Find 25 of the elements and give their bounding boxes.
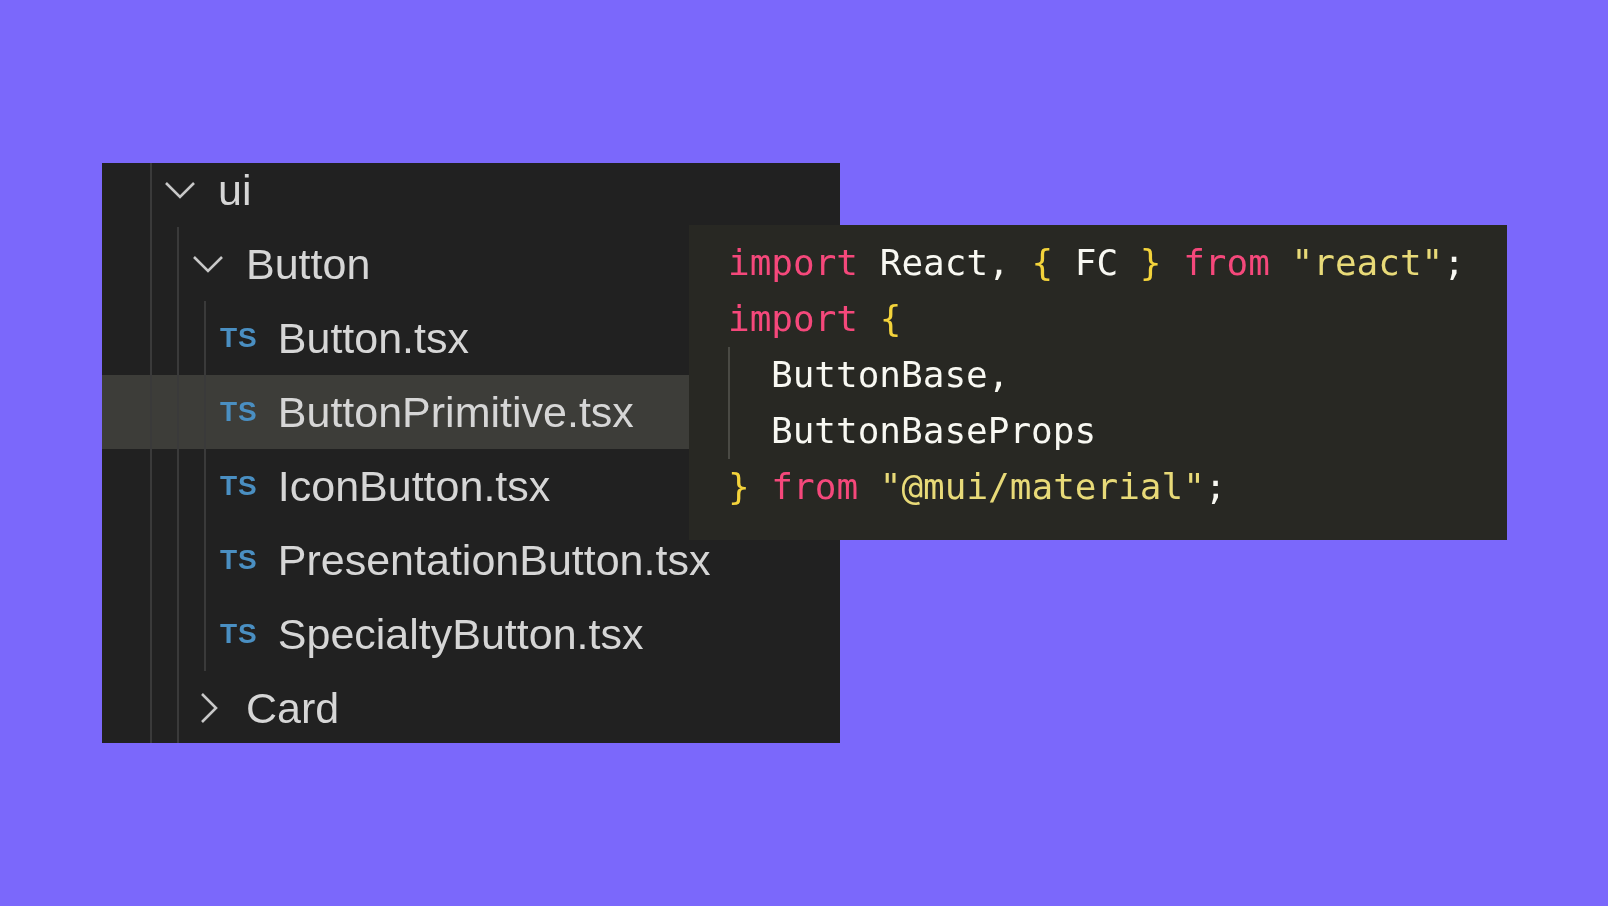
- folder-name: Card: [246, 683, 340, 733]
- folder-name: ui: [218, 165, 252, 215]
- code-line: import {: [728, 297, 903, 341]
- code-line: ButtonBaseProps: [728, 403, 1507, 459]
- ts-label: TS: [220, 396, 258, 428]
- ts-label: TS: [220, 470, 258, 502]
- file-name: SpecialtyButton.tsx: [277, 609, 644, 659]
- folder-item[interactable]: Card: [102, 671, 689, 743]
- file-item[interactable]: TS PresentationButton.tsx: [102, 523, 711, 597]
- file-name: Button.tsx: [277, 313, 469, 363]
- code-line: ButtonBase,: [728, 347, 1507, 403]
- file-item[interactable]: TS ButtonPrimitive.tsx: [102, 375, 689, 449]
- ts-label: TS: [220, 618, 258, 650]
- file-item[interactable]: TS IconButton.tsx: [102, 449, 689, 523]
- code-line: } from "@mui/material";: [728, 465, 1228, 509]
- folder-item[interactable]: ui: [102, 163, 689, 227]
- ts-label: TS: [220, 322, 258, 354]
- file-item[interactable]: TS SpecialtyButton.tsx: [102, 597, 689, 671]
- folder-item[interactable]: Button: [102, 227, 689, 301]
- file-name: ButtonPrimitive.tsx: [277, 387, 634, 437]
- code-line: import React, { FC } from "react";: [728, 241, 1466, 285]
- ts-label: TS: [220, 544, 258, 576]
- file-name: IconButton.tsx: [277, 461, 551, 511]
- file-name: PresentationButton.tsx: [277, 535, 711, 585]
- folder-name: Button: [246, 239, 371, 289]
